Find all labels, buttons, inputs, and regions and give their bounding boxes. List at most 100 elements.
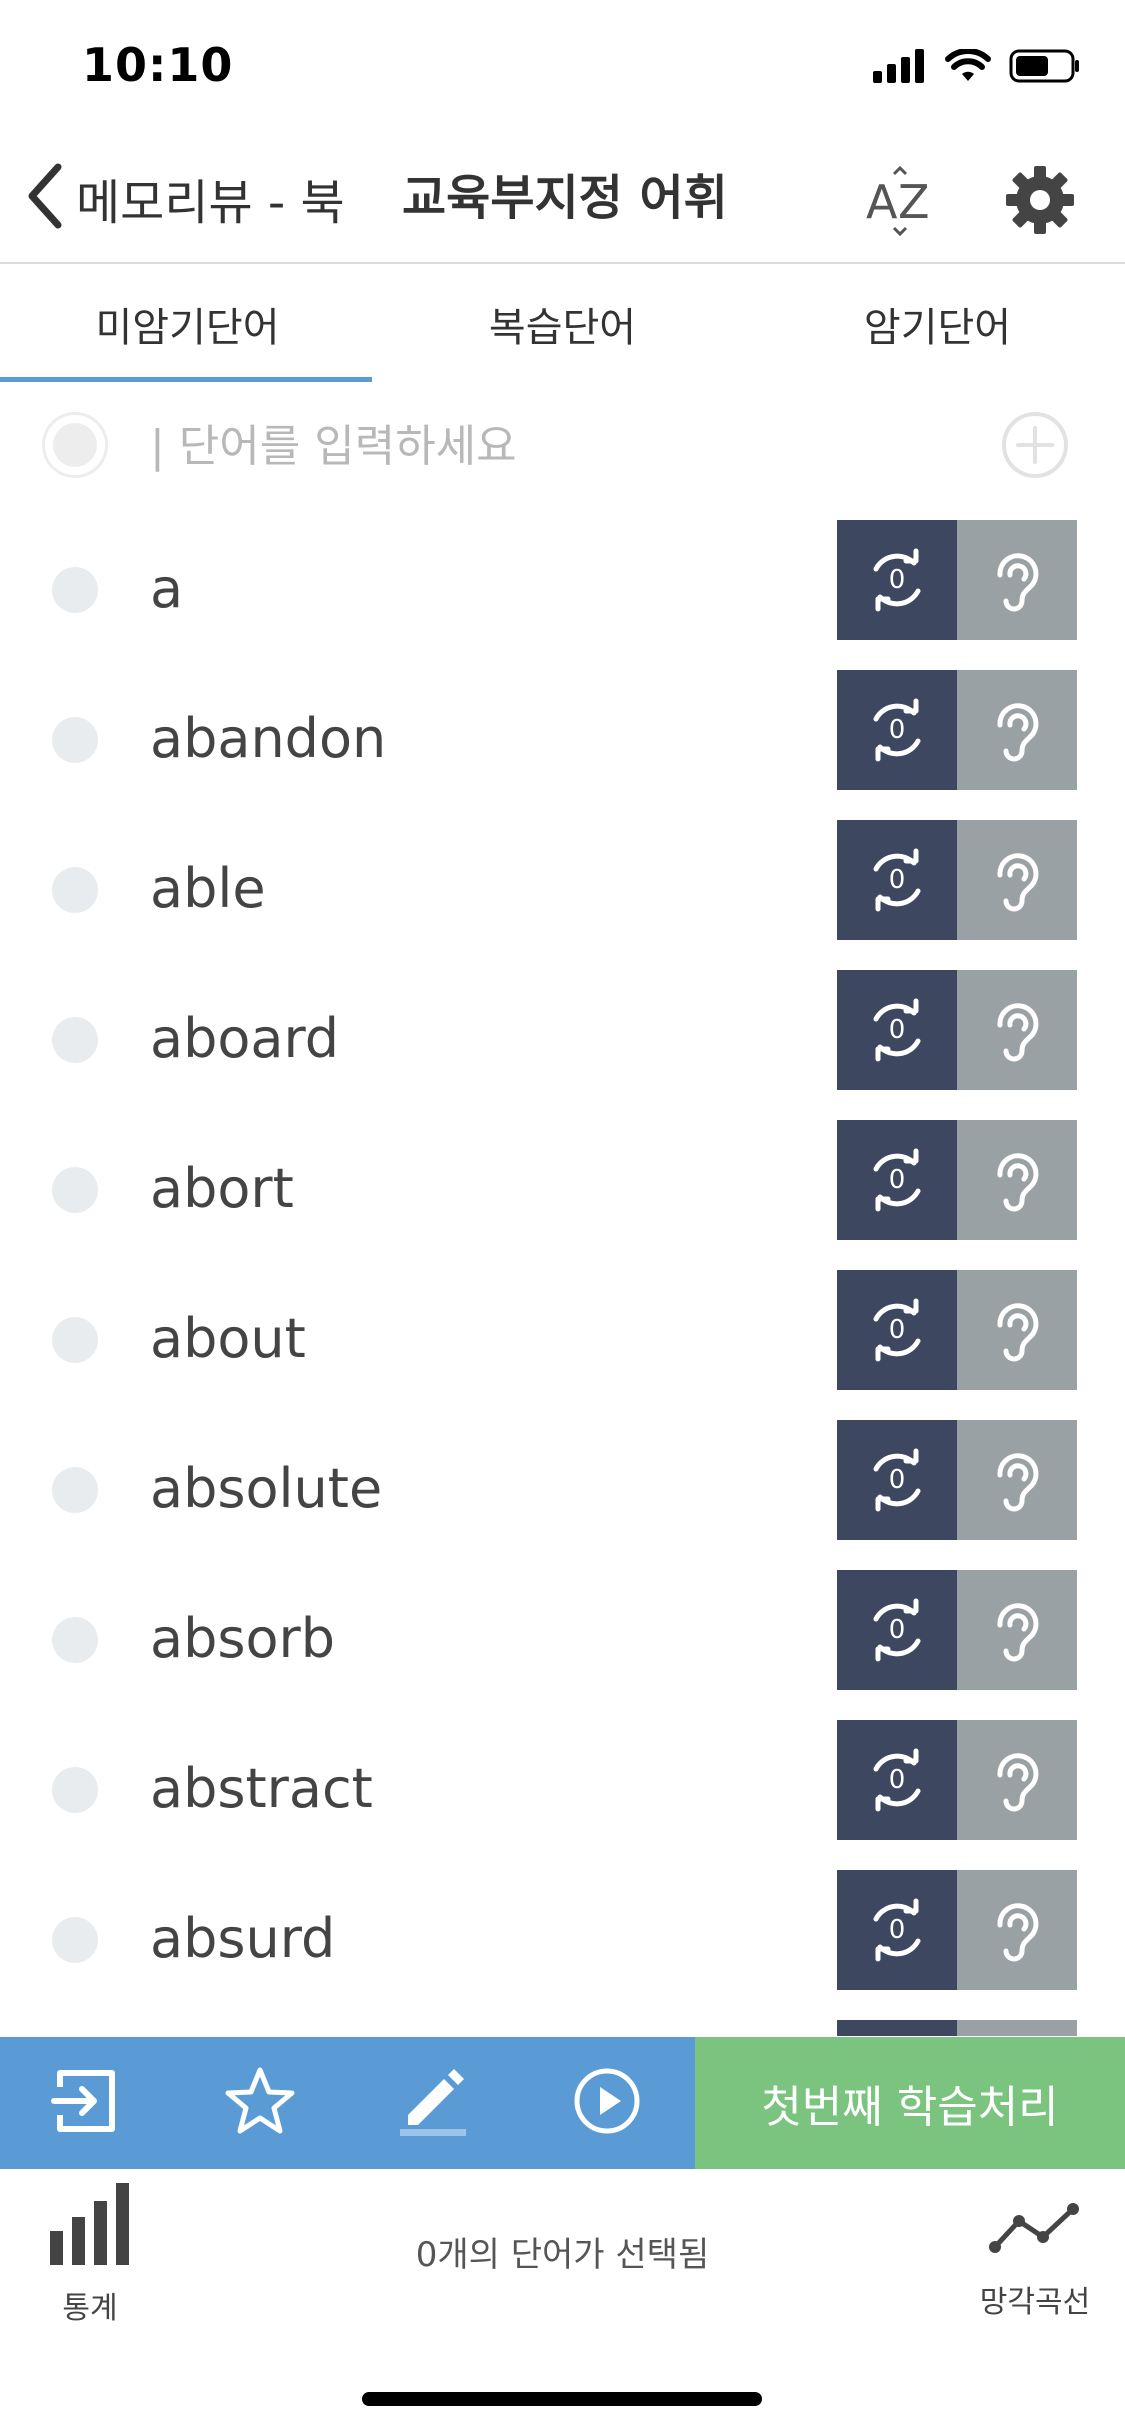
tab-bar: 미암기단어 복습단어 암기단어 xyxy=(0,266,1125,382)
word-list-item[interactable]: absurd 0 xyxy=(0,1864,1125,2014)
review-count-button[interactable]: 0 xyxy=(837,820,957,940)
word-list-item[interactable]: abandon 0 xyxy=(0,664,1125,814)
refresh-cycle-icon: 0 xyxy=(862,1145,932,1215)
back-button[interactable]: 메모리뷰 - 북 xyxy=(22,132,345,264)
play-icon xyxy=(571,2065,643,2141)
back-label: 메모리뷰 - 북 xyxy=(76,175,345,231)
sort-az-button[interactable]: A Z xyxy=(858,162,942,246)
review-count: 0 xyxy=(888,565,906,595)
listen-button[interactable] xyxy=(957,970,1077,1090)
review-count-button[interactable]: 0 xyxy=(837,1420,957,1540)
word-list: a 0 abandon 0 able 0 aboard 0 abort 0 ab… xyxy=(0,514,1125,2036)
add-word-button[interactable] xyxy=(1000,410,1070,480)
review-count-button[interactable]: 0 xyxy=(837,1270,957,1390)
listen-button[interactable] xyxy=(957,820,1077,940)
tab-unmemorized[interactable]: 미암기단어 xyxy=(0,266,375,382)
listen-button[interactable] xyxy=(957,670,1077,790)
word-list-item[interactable]: a 0 xyxy=(0,514,1125,664)
review-count-button[interactable]: 0 xyxy=(837,670,957,790)
review-count-button[interactable]: 0 xyxy=(837,520,957,640)
review-count: 0 xyxy=(888,1015,906,1045)
pencil-icon xyxy=(398,2065,470,2141)
login-icon xyxy=(50,2065,122,2141)
listen-button[interactable] xyxy=(957,1120,1077,1240)
sort-az-icon: A Z xyxy=(864,165,936,242)
signal-icon xyxy=(873,49,927,87)
word-list-item[interactable]: abstract 0 xyxy=(0,1714,1125,1864)
refresh-cycle-icon: 0 xyxy=(862,1745,932,1815)
move-button[interactable] xyxy=(42,2059,130,2147)
select-radio[interactable] xyxy=(52,1767,98,1813)
word-label: abstract xyxy=(150,1757,373,1820)
select-radio[interactable] xyxy=(52,567,98,613)
refresh-cycle-icon: 0 xyxy=(862,845,932,915)
tab-review[interactable]: 복습단어 xyxy=(375,266,750,382)
ear-icon xyxy=(982,993,1052,1067)
review-count-button[interactable]: 0 xyxy=(837,970,957,1090)
action-toolbar: 첫번째 학습처리 xyxy=(0,2037,1125,2169)
ear-icon xyxy=(982,1443,1052,1517)
word-list-item[interactable]: aboard 0 xyxy=(0,964,1125,1114)
play-button[interactable] xyxy=(563,2059,651,2147)
refresh-cycle-icon: 0 xyxy=(862,995,932,1065)
ear-icon xyxy=(982,1143,1052,1217)
word-list-item[interactable]: about 0 xyxy=(0,1264,1125,1414)
forgetting-curve-button[interactable]: 망각곡선 xyxy=(975,2199,1095,2339)
review-count-button[interactable]: 0 xyxy=(837,1870,957,1990)
input-radio xyxy=(42,412,108,478)
listen-button[interactable] xyxy=(957,1270,1077,1390)
status-bar: 10:10 xyxy=(0,0,1125,132)
stats-label: 통계 xyxy=(62,2291,118,2326)
review-count-button[interactable] xyxy=(837,2020,957,2036)
listen-button[interactable] xyxy=(957,1420,1077,1540)
listen-button[interactable] xyxy=(957,520,1077,640)
review-count: 0 xyxy=(888,715,906,745)
review-count-button[interactable]: 0 xyxy=(837,1120,957,1240)
review-count: 0 xyxy=(888,865,906,895)
chevron-left-icon xyxy=(22,161,66,235)
wifi-icon xyxy=(945,48,991,87)
refresh-cycle-icon: 0 xyxy=(862,1445,932,1515)
word-list-item[interactable]: abort 0 xyxy=(0,1114,1125,1264)
gear-icon xyxy=(1004,164,1076,240)
select-radio[interactable] xyxy=(52,717,98,763)
word-list-item[interactable]: absorb 0 xyxy=(0,1564,1125,1714)
word-label: able xyxy=(150,857,266,920)
word-label: absorb xyxy=(150,1607,336,1670)
select-radio[interactable] xyxy=(52,1617,98,1663)
word-label: aboard xyxy=(150,1007,340,1070)
select-radio[interactable] xyxy=(52,1917,98,1963)
word-label: absolute xyxy=(150,1457,383,1520)
svg-text:Z: Z xyxy=(898,175,930,229)
listen-button[interactable] xyxy=(957,2020,1077,2036)
word-list-item[interactable]: absolute 0 xyxy=(0,1414,1125,1564)
word-list-item[interactable] xyxy=(0,2014,1125,2036)
review-count-button[interactable]: 0 xyxy=(837,1570,957,1690)
settings-button[interactable] xyxy=(998,160,1082,244)
listen-button[interactable] xyxy=(957,1720,1077,1840)
select-radio[interactable] xyxy=(52,1167,98,1213)
star-icon xyxy=(224,2065,296,2141)
review-count-button[interactable]: 0 xyxy=(837,1720,957,1840)
edit-button[interactable] xyxy=(390,2059,478,2147)
select-radio[interactable] xyxy=(52,867,98,913)
review-count: 0 xyxy=(888,1465,906,1495)
curve-label: 망각곡선 xyxy=(979,2285,1091,2320)
select-radio[interactable] xyxy=(52,1017,98,1063)
ear-icon xyxy=(982,1293,1052,1367)
word-label: a xyxy=(150,557,184,620)
refresh-cycle-icon: 0 xyxy=(862,1895,932,1965)
word-list-item[interactable]: able 0 xyxy=(0,814,1125,964)
refresh-cycle-icon: 0 xyxy=(862,695,932,765)
home-indicator xyxy=(362,2392,762,2406)
listen-button[interactable] xyxy=(957,1870,1077,1990)
favorite-button[interactable] xyxy=(216,2059,304,2147)
review-count: 0 xyxy=(888,1165,906,1195)
listen-button[interactable] xyxy=(957,1570,1077,1690)
select-radio[interactable] xyxy=(52,1467,98,1513)
tab-memorized[interactable]: 암기단어 xyxy=(750,266,1125,382)
select-radio[interactable] xyxy=(52,1317,98,1363)
first-study-button[interactable]: 첫번째 학습처리 xyxy=(695,2037,1125,2169)
line-chart-icon xyxy=(989,2199,1081,2263)
word-input[interactable] xyxy=(150,410,970,482)
